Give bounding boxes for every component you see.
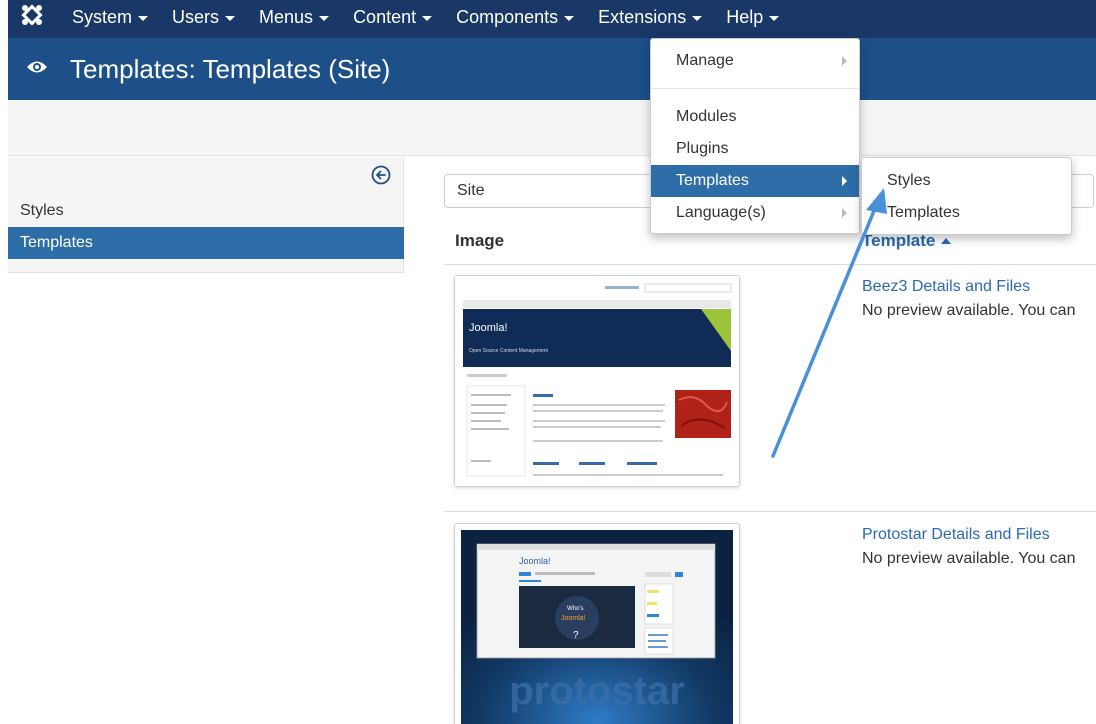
caret-right-icon bbox=[842, 176, 847, 186]
protostar-details-link[interactable]: Protostar Details and Files bbox=[862, 526, 1050, 544]
header-divider bbox=[444, 264, 1096, 265]
caret-down-icon bbox=[422, 15, 433, 21]
menu-item-languages[interactable]: Language(s) bbox=[651, 197, 859, 229]
menu-item-modules[interactable]: Modules bbox=[651, 101, 859, 133]
page-header: Templates: Templates (Site) bbox=[8, 38, 1096, 100]
menu-content[interactable]: Content bbox=[353, 5, 433, 29]
sidebar-item-styles[interactable]: Styles bbox=[8, 196, 404, 226]
protostar-word-text: protostar bbox=[509, 669, 685, 713]
svg-text:Who's: Who's bbox=[567, 606, 583, 612]
submenu-item-styles[interactable]: Styles bbox=[862, 165, 1071, 197]
toolbar bbox=[8, 100, 1096, 156]
eye-icon bbox=[27, 61, 47, 73]
protostar-thumbnail[interactable]: Joomla! Who's Joomla! ? protostar bbox=[454, 523, 740, 724]
beez3-preview-image: Joomla! Open Source Content Management bbox=[455, 276, 739, 486]
menu-item-plugins[interactable]: Plugins bbox=[651, 133, 859, 165]
menu-extensions[interactable]: Extensions bbox=[598, 5, 703, 29]
extensions-dropdown-menu: Manage Modules Plugins Templates Languag… bbox=[650, 38, 860, 234]
beez3-details-link[interactable]: Beez3 Details and Files bbox=[862, 278, 1030, 296]
page-title: Templates: Templates (Site) bbox=[70, 54, 391, 84]
menu-item-manage[interactable]: Manage bbox=[651, 45, 859, 77]
menu-divider bbox=[651, 88, 859, 89]
protostar-description: No preview available. You can bbox=[862, 550, 1076, 567]
sort-ascending-icon bbox=[941, 238, 952, 244]
row-divider bbox=[444, 511, 1096, 512]
main-menu: System Users Menus Content Components Ex… bbox=[72, 5, 803, 29]
sidebar: Styles Templates bbox=[8, 157, 404, 273]
arrow-left-circle-icon[interactable] bbox=[371, 165, 391, 185]
protostar-preview-image: Joomla! Who's Joomla! ? protostar bbox=[461, 530, 733, 724]
caret-right-icon bbox=[842, 208, 847, 218]
svg-text:?: ? bbox=[573, 630, 579, 641]
beez3-thumbnail[interactable]: Joomla! Open Source Content Management bbox=[454, 275, 740, 487]
caret-down-icon bbox=[138, 15, 149, 21]
menu-menus[interactable]: Menus bbox=[259, 5, 330, 29]
svg-text:Joomla!: Joomla! bbox=[561, 615, 586, 622]
caret-down-icon bbox=[564, 15, 575, 21]
submenu-item-templates[interactable]: Templates bbox=[862, 197, 1071, 229]
caret-right-icon bbox=[842, 56, 847, 66]
beez-tagline-text: Open Source Content Management bbox=[469, 348, 549, 354]
caret-down-icon bbox=[319, 15, 330, 21]
caret-down-icon bbox=[769, 15, 780, 21]
top-navbar: System Users Menus Content Components Ex… bbox=[8, 0, 1096, 38]
menu-users[interactable]: Users bbox=[172, 5, 236, 29]
caret-down-icon bbox=[225, 15, 236, 21]
beez3-description: No preview available. You can bbox=[862, 302, 1076, 319]
sidebar-item-templates[interactable]: Templates bbox=[8, 227, 404, 259]
protostar-brand-text: Joomla! bbox=[519, 556, 551, 566]
menu-system[interactable]: System bbox=[72, 5, 149, 29]
beez-brand-text: Joomla! bbox=[469, 322, 508, 334]
menu-components[interactable]: Components bbox=[456, 5, 575, 29]
menu-help[interactable]: Help bbox=[726, 5, 780, 29]
joomla-logo-icon[interactable] bbox=[20, 3, 44, 27]
column-header-image: Image bbox=[455, 231, 505, 250]
templates-submenu: Styles Templates bbox=[861, 157, 1072, 235]
caret-down-icon bbox=[692, 15, 703, 21]
menu-item-templates[interactable]: Templates bbox=[651, 165, 859, 197]
